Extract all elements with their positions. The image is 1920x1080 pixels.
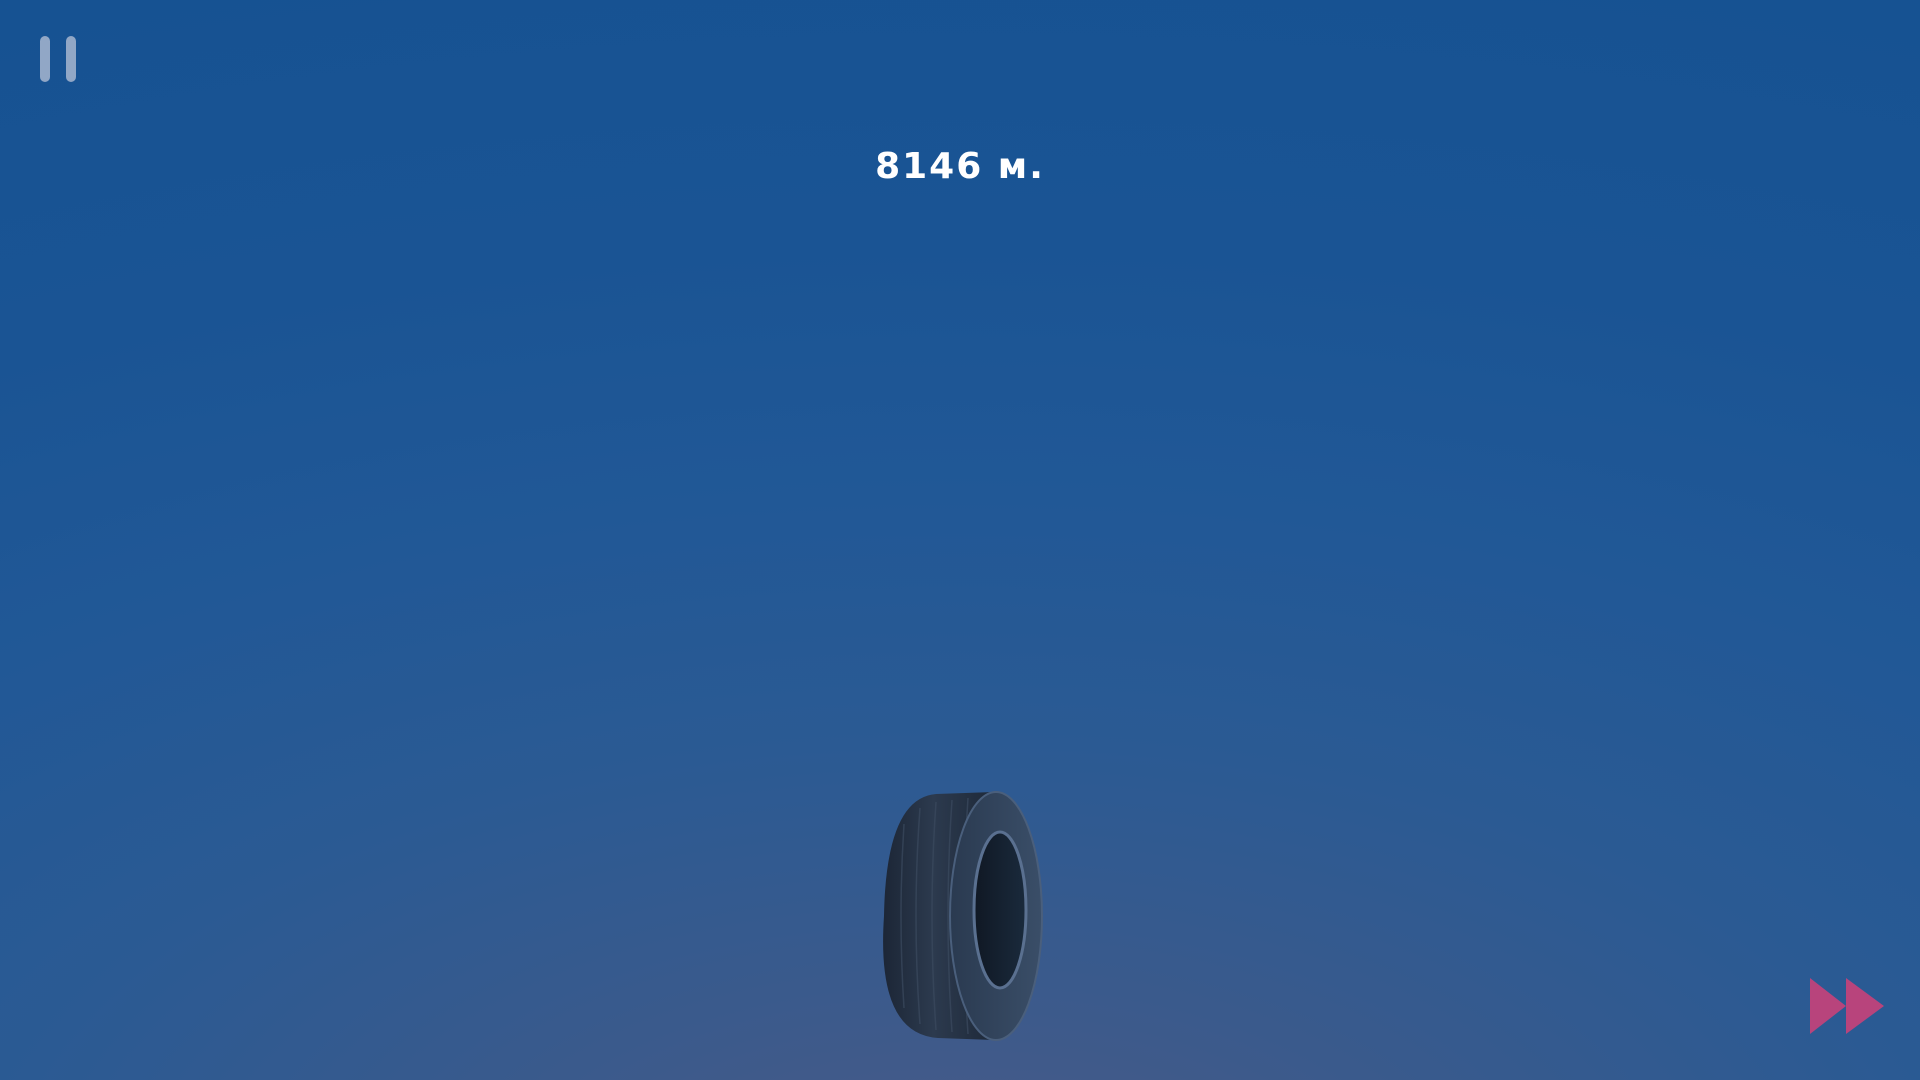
distance-counter: 8146 м. (875, 146, 1045, 187)
pause-button[interactable] (40, 36, 76, 82)
pause-icon-bar-right (66, 36, 76, 82)
pause-icon-bar-left (40, 36, 50, 82)
fast-forward-icon[interactable] (1808, 976, 1886, 1036)
tire-image (883, 791, 1043, 1041)
